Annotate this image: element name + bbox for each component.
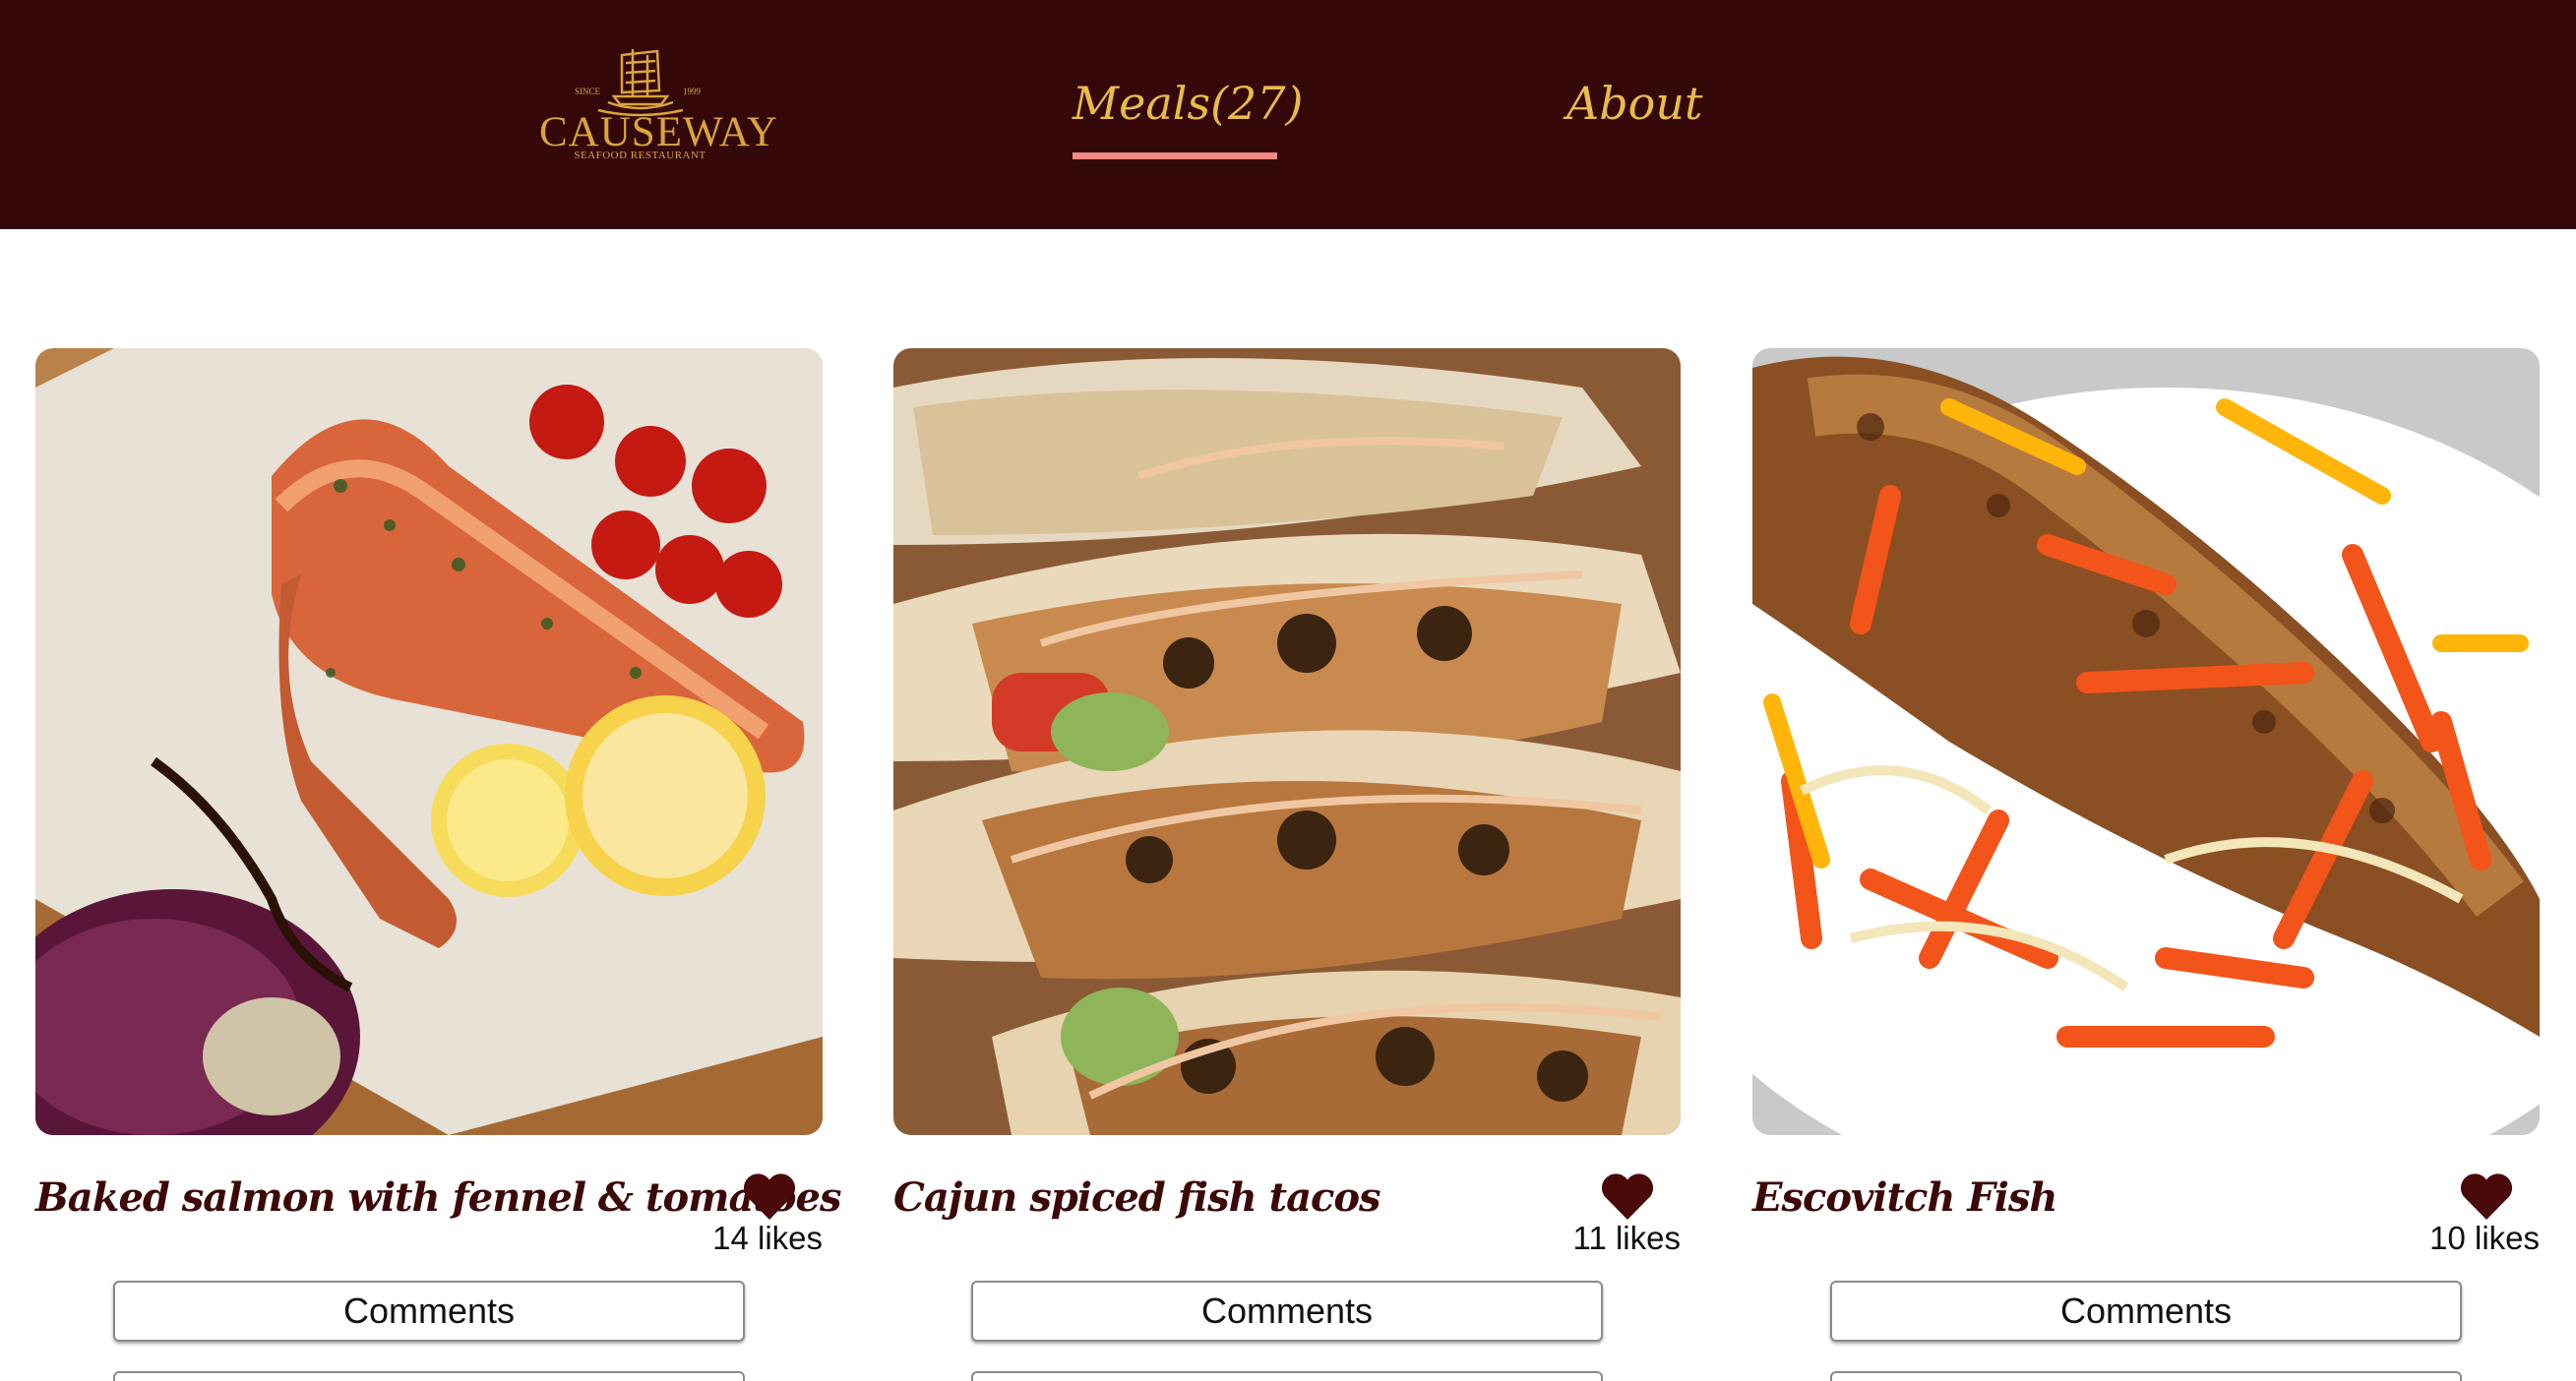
meal-photo-escovitch[interactable] (1752, 348, 2540, 1135)
reservations-button[interactable] (971, 1371, 1603, 1381)
reservations-button[interactable] (113, 1371, 745, 1381)
escovitch-fish-photo-image (1752, 348, 2540, 1135)
reservations-button[interactable] (1830, 1371, 2462, 1381)
logo-since-text: SINCE (575, 87, 601, 96)
comments-button[interactable]: Comments (1830, 1281, 2462, 1342)
nav-link-meals[interactable]: Meals(27) (1073, 77, 1304, 130)
active-nav-indicator (1073, 152, 1277, 159)
nav-link-about[interactable]: About (1566, 77, 1702, 130)
meal-photo-salmon[interactable] (35, 348, 823, 1135)
fish-tacos-photo-image (893, 348, 1681, 1135)
comments-button[interactable]: Comments (971, 1281, 1603, 1342)
meal-card: Cajun spiced fish tacos 11 likes Comment… (893, 348, 1681, 1381)
likes-count: 10 likes (2429, 1220, 2540, 1256)
comments-button[interactable]: Comments (113, 1281, 745, 1342)
like-heart-icon[interactable] (2459, 1172, 2514, 1220)
meal-title: Cajun spiced fish tacos (893, 1174, 1381, 1221)
causeway-logo[interactable]: SINCE 1999 CAUSEWAY SEAFOOD RESTAURANT (539, 41, 777, 167)
logo-year-text: 1999 (683, 87, 702, 96)
likes-count: 11 likes (1572, 1220, 1681, 1256)
meal-title: Baked salmon with fennel & tomatoes (35, 1174, 842, 1221)
likes-count: 14 likes (712, 1220, 823, 1256)
meal-card: Baked salmon with fennel & tomatoes 14 l… (35, 348, 842, 1381)
logo-subtitle: SEAFOOD RESTAURANT (574, 150, 706, 161)
meal-title: Escovitch Fish (1752, 1174, 2058, 1221)
meal-photo-tacos[interactable] (893, 348, 1681, 1135)
salmon-photo-image (35, 348, 823, 1135)
top-navigation-bar: SINCE 1999 CAUSEWAY SEAFOOD RESTAURANT M… (0, 0, 2576, 229)
like-heart-icon[interactable] (742, 1172, 797, 1220)
meal-card: Escovitch Fish 10 likes Comments (1752, 348, 2540, 1381)
like-heart-icon[interactable] (1600, 1172, 1655, 1220)
